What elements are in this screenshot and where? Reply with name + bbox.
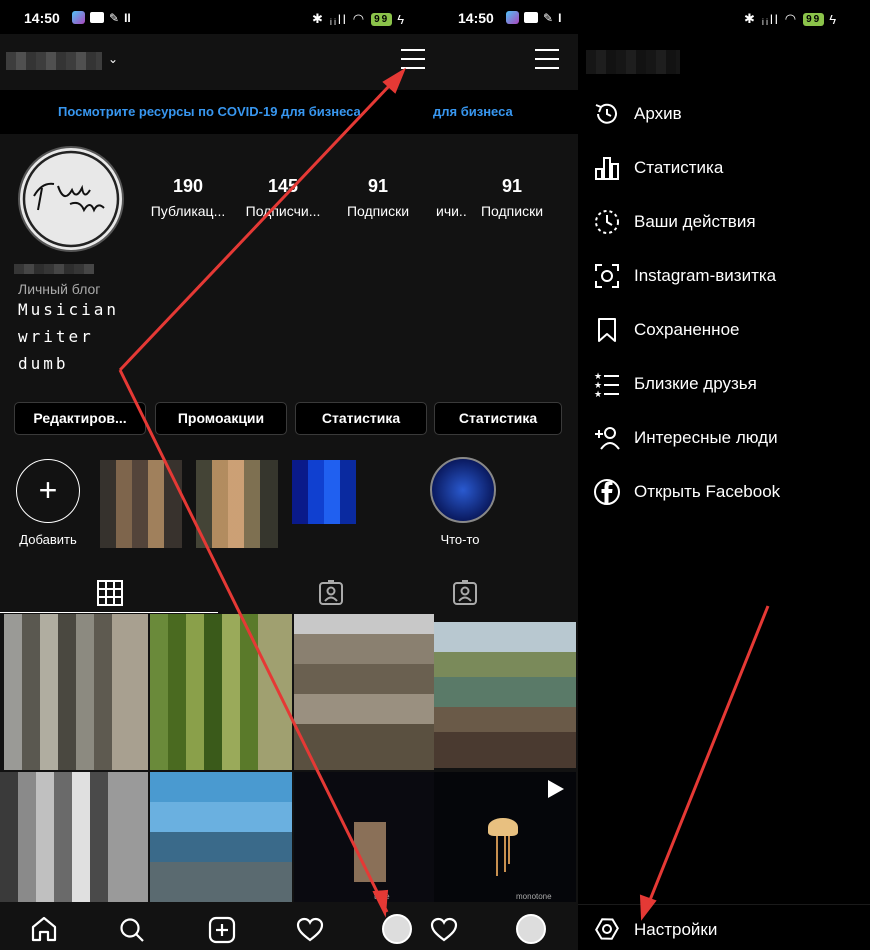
annotation-arrows: [118, 67, 770, 921]
